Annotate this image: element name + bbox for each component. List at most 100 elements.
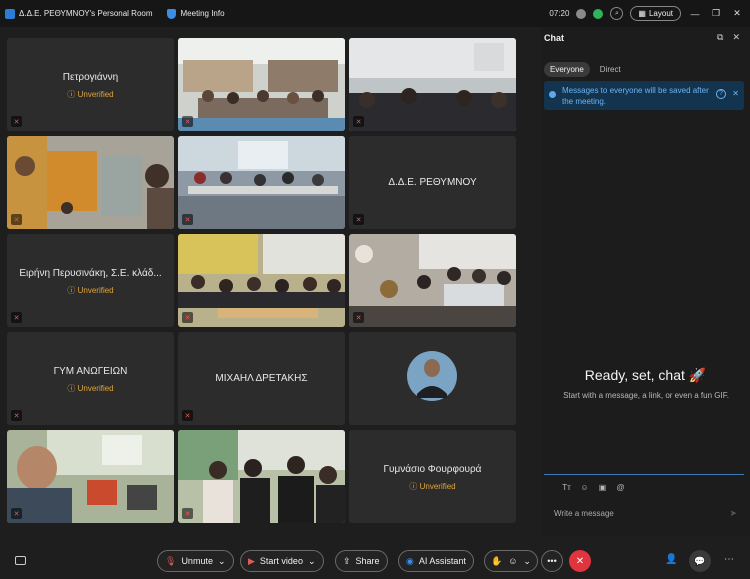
participant-name: Γυμνάσιο Φουρφουρά	[383, 464, 482, 475]
room-name: Δ.Δ.Ε. ΡΕΘΥΜΝΟΥ's Personal Room	[19, 9, 153, 18]
grid-icon: ▦	[638, 9, 646, 18]
start-video-button[interactable]: ▶ Start video ⌄	[240, 550, 324, 572]
avatar	[349, 332, 516, 425]
leave-meeting-button[interactable]: ✕	[569, 550, 591, 572]
more-options-button[interactable]: •••	[541, 550, 563, 572]
mention-icon[interactable]: @	[615, 482, 626, 493]
empty-chat-title: Ready, set, chat 🚀	[584, 367, 707, 383]
reaction-icon[interactable]: ☺	[508, 556, 517, 566]
muted-mic-icon: ✕	[11, 214, 22, 225]
connection-icon[interactable]	[576, 8, 587, 19]
participant-video-tile[interactable]: ✕	[178, 136, 345, 229]
ai-assistant-button[interactable]: ◉ AI Assistant	[398, 550, 474, 572]
unverified-badge: ⓘ Unverified	[409, 482, 456, 491]
chevron-down-icon[interactable]: ⌄	[218, 556, 226, 567]
participant-tile[interactable]: ΓΥΜ ΑΝΩΓΕΙΩΝ ⓘ Unverified ✕	[7, 332, 174, 425]
participant-tile[interactable]: Δ.Δ.Ε. ΡΕΘΥΜΝΟΥ ✕	[349, 136, 516, 229]
muted-mic-icon: ✕	[353, 116, 364, 127]
tab-direct[interactable]: Direct	[594, 62, 627, 77]
unverified-badge: ⓘ Unverified	[67, 384, 114, 393]
muted-mic-icon: ✕	[182, 116, 193, 127]
restore-icon[interactable]: ❐	[709, 8, 723, 19]
unverified-badge: ⓘ Unverified	[67, 286, 114, 295]
participant-tile[interactable]: Γυμνάσιο Φουρφουρά ⓘ Unverified	[349, 430, 516, 523]
emoji-icon[interactable]: ☺	[579, 482, 590, 493]
dismiss-notice-icon[interactable]: ✕	[732, 89, 739, 98]
participant-tile[interactable]: Πετρογιάννη ⓘ Unverified ✕	[7, 38, 174, 131]
share-icon: ⇪	[343, 555, 351, 566]
participant-video-tile[interactable]: ✕	[178, 430, 345, 523]
chat-toggle-button[interactable]: 💬	[689, 550, 711, 572]
meeting-info-link[interactable]: Meeting Info	[181, 9, 225, 18]
title-bar: Δ.Δ.Ε. ΡΕΘΥΜΝΟΥ's Personal Room Meeting …	[0, 0, 750, 27]
raise-hand-icon[interactable]: ✋	[491, 556, 502, 567]
security-status-icon[interactable]	[593, 8, 604, 19]
close-chat-icon[interactable]: ✕	[732, 32, 740, 43]
layout-button[interactable]: ▦ Layout	[630, 6, 681, 21]
info-icon	[549, 91, 556, 98]
participant-video-tile[interactable]: ✕	[7, 430, 174, 523]
muted-mic-icon: ✕	[11, 312, 22, 323]
muted-mic-icon: ✕	[182, 508, 193, 519]
minimize-icon[interactable]: —	[688, 9, 702, 19]
empty-chat-subtitle: Start with a message, a link, or even a …	[563, 391, 729, 400]
muted-mic-icon: ✕	[182, 312, 193, 323]
ai-assistant-icon: ◉	[406, 555, 414, 566]
participant-name: Ειρήνη Περυσινάκη, Σ.Ε. κλάδ...	[19, 268, 162, 279]
chevron-down-icon[interactable]: ⌄	[523, 556, 531, 567]
participant-tile[interactable]: ΜΙΧΑΗΛ ΔΡΕΤΑΚΗΣ ✕	[178, 332, 345, 425]
computer-lab-video-feed	[178, 136, 345, 229]
message-input[interactable]: Write a message	[554, 509, 614, 518]
participants-icon[interactable]: 👤	[665, 554, 677, 565]
shield-icon[interactable]	[166, 8, 176, 19]
unmute-label: Unmute	[181, 556, 213, 566]
close-window-icon[interactable]: ✕	[730, 8, 744, 19]
chat-input-divider	[544, 474, 744, 475]
muted-mic-icon: ✕	[11, 410, 22, 421]
participant-video-tile[interactable]: ✕	[178, 234, 345, 327]
video-grid: Πετρογιάννη ⓘ Unverified ✕ ✕ ✕ ✕ ✕ Δ.Δ.Ε…	[7, 38, 516, 523]
popout-icon[interactable]: ⧉	[717, 32, 723, 43]
classroom-tables-video-feed	[349, 234, 516, 327]
reactions-group[interactable]: ✋ ☺ ⌄	[484, 550, 538, 572]
meeting-time: 07:20	[549, 9, 570, 18]
share-label: Share	[355, 556, 380, 566]
search-icon[interactable]: ⌕	[610, 7, 624, 20]
library-video-feed	[178, 38, 345, 131]
share-button[interactable]: ⇪ Share	[335, 550, 388, 572]
participant-avatar-tile[interactable]	[349, 332, 516, 425]
muted-mic-icon: ✕	[353, 214, 364, 225]
muted-mic-icon: ✕	[182, 214, 193, 225]
participant-name: ΜΙΧΑΗΛ ΔΡΕΤΑΚΗΣ	[215, 373, 308, 384]
more-apps-icon[interactable]: ⋯	[724, 554, 734, 565]
participant-name: Πετρογιάννη	[62, 72, 119, 83]
muted-mic-icon: ✕	[11, 116, 22, 127]
participant-video-tile[interactable]: ✕	[349, 234, 516, 327]
help-icon[interactable]: ?	[716, 89, 726, 99]
participant-name: Δ.Δ.Ε. ΡΕΘΥΜΝΟΥ	[388, 177, 477, 188]
participant-name: ΓΥΜ ΑΝΩΓΕΙΩΝ	[53, 366, 128, 377]
office-video-feed	[7, 136, 174, 229]
muted-mic-icon: ✕	[353, 312, 364, 323]
control-bar: 🎙 Unmute ⌄ ▶ Start video ⌄ ⇪ Share ◉ AI …	[0, 540, 750, 579]
tab-everyone[interactable]: Everyone	[544, 62, 590, 77]
ai-assistant-label: AI Assistant	[418, 556, 466, 566]
gif-icon[interactable]: ▣	[597, 482, 608, 493]
text-format-icon[interactable]: Tт	[561, 482, 572, 493]
notice-text: Messages to everyone will be saved after…	[562, 86, 709, 106]
teacher-room-video-feed	[7, 430, 174, 523]
students-video-feed	[178, 430, 345, 523]
send-icon[interactable]: ➤	[729, 508, 737, 519]
chevron-down-icon[interactable]: ⌄	[308, 556, 316, 567]
chat-panel: Chat ⧉ ✕ Everyone Direct Messages to eve…	[541, 27, 750, 536]
participant-video-tile[interactable]: ✕	[178, 38, 345, 131]
unmute-button[interactable]: 🎙 Unmute ⌄	[157, 550, 234, 572]
save-notice-banner: Messages to everyone will be saved after…	[544, 81, 744, 110]
participant-video-tile[interactable]: ✕	[349, 38, 516, 131]
captions-icon[interactable]	[15, 556, 26, 565]
chat-title: Chat	[544, 33, 564, 43]
participant-tile[interactable]: Ειρήνη Περυσινάκη, Σ.Ε. κλάδ... ⓘ Unveri…	[7, 234, 174, 327]
participant-video-tile[interactable]: ✕	[7, 136, 174, 229]
muted-mic-icon: ✕	[182, 410, 193, 421]
video-off-icon: ▶	[248, 555, 255, 566]
